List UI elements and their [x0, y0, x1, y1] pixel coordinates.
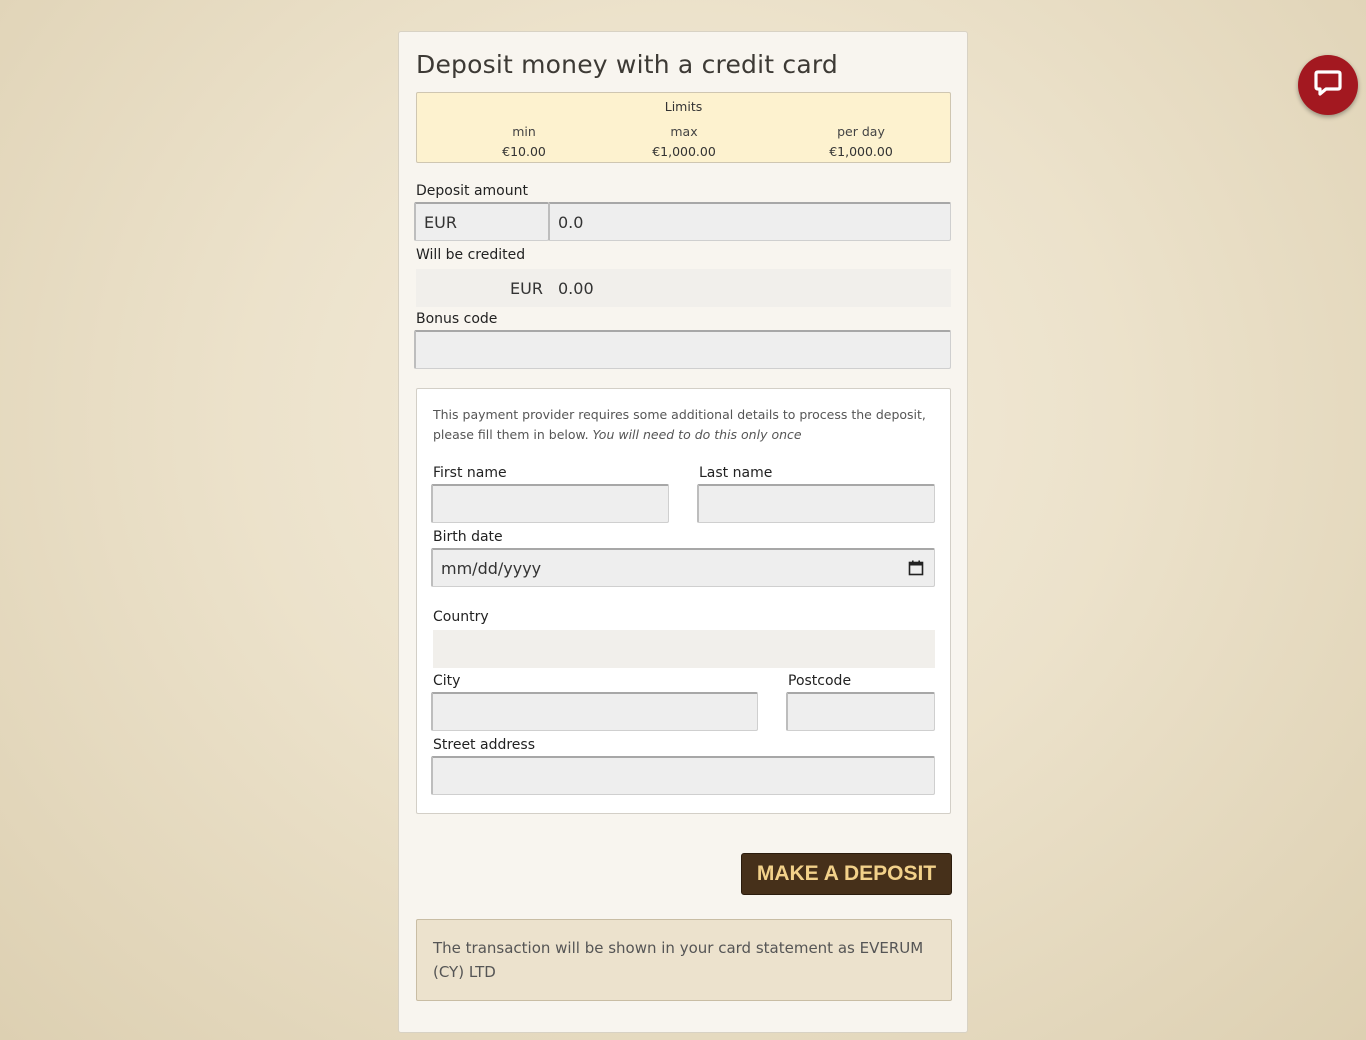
first-name-label: First name [433, 465, 507, 481]
city-label: City [433, 673, 461, 689]
calendar-icon[interactable] [908, 560, 924, 576]
bonus-code-label: Bonus code [416, 311, 498, 327]
chat-icon [1313, 68, 1343, 102]
limit-min-value: €10.00 [502, 144, 546, 159]
limit-min-label: min [512, 124, 536, 139]
postcode-input[interactable] [786, 692, 935, 731]
details-note: This payment provider requires some addi… [433, 405, 933, 445]
limit-per-day-label: per day [837, 124, 885, 139]
birth-date-placeholder: mm/dd/yyyy [441, 558, 542, 578]
deposit-panel: Deposit money with a credit card Limits … [398, 31, 968, 1033]
will-be-credited-label: Will be credited [416, 247, 526, 263]
deposit-amount-input[interactable]: 0.0 [548, 202, 951, 241]
bonus-code-input[interactable] [414, 330, 951, 369]
limits-box: Limits min €10.00 max €1,000.00 per day … [416, 92, 951, 163]
card-statement-notice: The transaction will be shown in your ca… [416, 919, 952, 1001]
street-address-label: Street address [433, 737, 535, 753]
limit-max-value: €1,000.00 [652, 144, 716, 159]
page-title: Deposit money with a credit card [416, 50, 838, 79]
postcode-label: Postcode [788, 673, 852, 689]
credited-amount: 0.00 [558, 278, 594, 298]
limit-per-day-value: €1,000.00 [829, 144, 893, 159]
birth-date-label: Birth date [433, 529, 503, 545]
last-name-input[interactable] [697, 484, 935, 523]
limit-per-day: per day €1,000.00 [771, 124, 951, 159]
street-address-input[interactable] [431, 756, 935, 795]
credited-currency: EUR [510, 278, 543, 298]
country-select[interactable] [433, 630, 935, 668]
limit-min: min €10.00 [434, 124, 614, 159]
credited-row: EUR 0.00 [416, 269, 951, 307]
chat-button[interactable] [1298, 55, 1358, 115]
deposit-amount-label: Deposit amount [416, 183, 528, 199]
country-label: Country [433, 609, 489, 625]
last-name-label: Last name [699, 465, 773, 481]
make-deposit-button[interactable]: MAKE A DEPOSIT [741, 853, 952, 895]
additional-details-box: This payment provider requires some addi… [416, 388, 951, 814]
limit-max: max €1,000.00 [594, 124, 774, 159]
currency-select[interactable]: EUR [414, 202, 549, 241]
details-note-italic: You will need to do this only once [592, 427, 802, 442]
birth-date-input[interactable]: mm/dd/yyyy [431, 548, 935, 587]
limits-heading: Limits [664, 99, 703, 114]
first-name-input[interactable] [431, 484, 669, 523]
city-input[interactable] [431, 692, 758, 731]
limit-max-label: max [670, 124, 698, 139]
